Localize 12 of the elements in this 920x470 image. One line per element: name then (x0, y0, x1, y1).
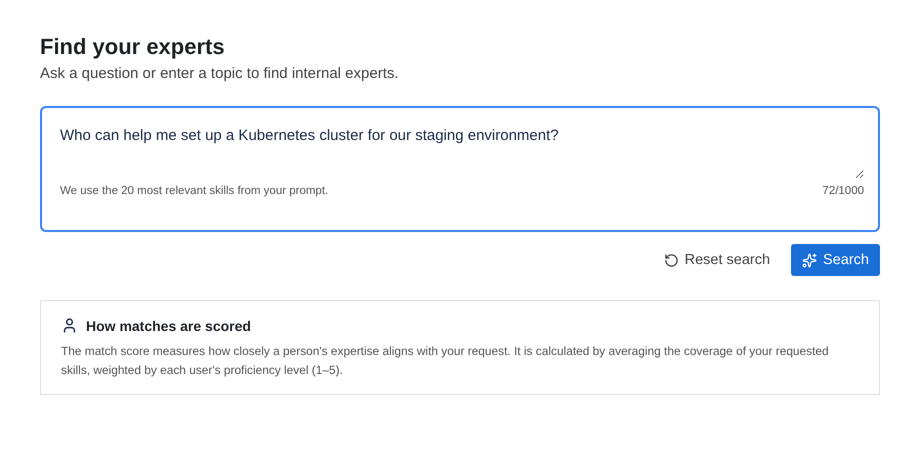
prompt-box[interactable]: Who can help me set up a Kubernetes cluster for our staging environment? We use the 20 most relevant skills from your prompt. 72/1000 (40, 106, 880, 232)
character-counter: 72/1000 (822, 185, 864, 197)
reset-button[interactable]: Reset search (654, 244, 780, 276)
page-subtitle: Ask a question or enter a topic to find internal experts. (40, 64, 400, 84)
hint-text: We use the 20 most relevant skills from your prompt. (60, 185, 328, 197)
page-title: Find your experts (40, 34, 226, 60)
card-title: How matches are scored (86, 318, 251, 334)
reset-icon (664, 252, 679, 268)
search-button[interactable]: Search (791, 244, 880, 276)
person-icon (61, 317, 78, 334)
sparkle-icon (802, 252, 818, 268)
card-text: The match score measures how closely a person's expertise aligns with your request. It is calculated by averaging the coverage of your requested skills, weighted by each user's proficiency level (1–5). (61, 343, 830, 379)
